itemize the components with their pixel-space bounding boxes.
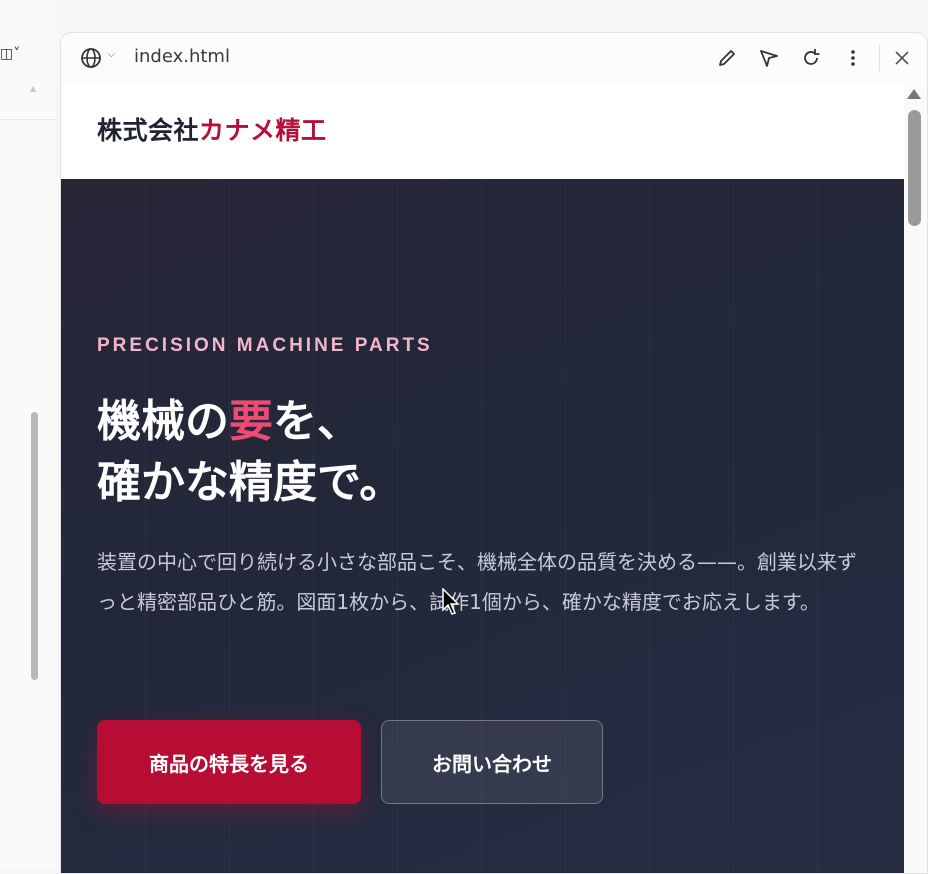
view-features-button[interactable]: 商品の特長を見る [97, 720, 361, 804]
more-vertical-icon[interactable] [841, 46, 865, 70]
left-scrollbar-thumb[interactable] [31, 412, 38, 680]
send-icon[interactable] [757, 46, 781, 70]
scroll-up-icon[interactable] [907, 89, 921, 99]
hero-lead-text: 装置の中心で回り続ける小さな部品こそ、機械全体の品質を決める——。創業以来ずっと… [97, 550, 857, 614]
logo-accent-text: カナメ精工 [199, 116, 327, 145]
hero-section: PRECISION MACHINE PARTS 機械の要を、 確かな精度で。 装… [61, 179, 904, 873]
hero-eyebrow: PRECISION MACHINE PARTS [97, 335, 433, 356]
left-app-strip: ◫˅ ▲ [0, 0, 56, 866]
refresh-icon[interactable] [799, 46, 823, 70]
headline-highlight: 要 [229, 396, 273, 447]
close-icon[interactable] [890, 46, 914, 70]
grid-line [733, 179, 734, 873]
panel-toggle-icon[interactable]: ◫˅ [0, 46, 20, 62]
contact-button[interactable]: お問い合わせ [381, 720, 603, 804]
browser-toolbar: ⌵ index.html [61, 33, 927, 83]
scroll-up-arrow-icon[interactable]: ▲ [30, 84, 36, 93]
site-logo[interactable]: 株式会社カナメ精工 [97, 111, 327, 147]
hero-headline: 機械の要を、 確かな精度で。 [97, 391, 403, 513]
toolbar-divider [879, 45, 880, 71]
pencil-icon[interactable] [715, 46, 739, 70]
browser-preview-panel: ⌵ index.html 株式会社カナメ精工 PRECISION MACHINE… [60, 32, 928, 874]
mouse-cursor-icon [442, 588, 460, 615]
headline-part2: を、 [273, 396, 361, 447]
headline-part1: 機械の [97, 396, 229, 447]
globe-icon[interactable] [80, 46, 104, 70]
page-scrollbar-thumb[interactable] [908, 110, 921, 226]
url-text[interactable]: index.html [134, 46, 230, 67]
headline-line2: 確かな精度で。 [97, 457, 404, 508]
divider [0, 119, 56, 120]
site-header: 株式会社カナメ精工 [61, 83, 904, 180]
chevron-down-icon[interactable]: ⌵ [108, 50, 115, 60]
grid-line [649, 179, 650, 873]
logo-main-text: 株式会社 [97, 116, 200, 145]
grid-line [817, 179, 818, 873]
